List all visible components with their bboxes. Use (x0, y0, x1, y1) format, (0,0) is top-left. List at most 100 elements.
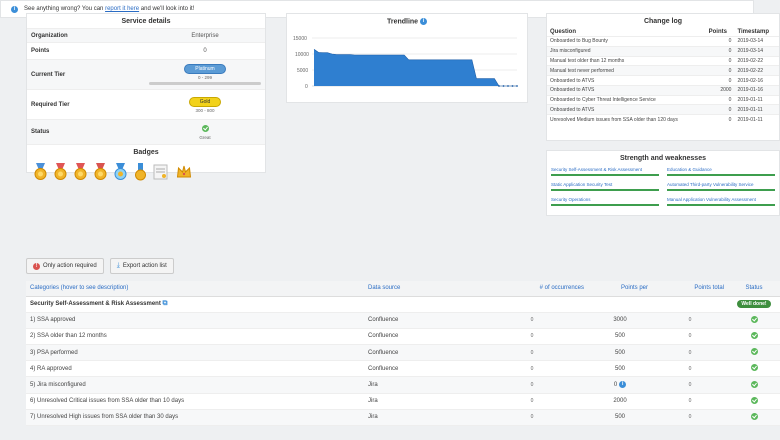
service-details-title: Service details (121, 18, 171, 25)
section-row: Security Self-Assessment & Risk Assessme… (26, 296, 780, 313)
check-circle-icon (750, 315, 758, 323)
trend-point (511, 85, 514, 88)
service-details-table: Organization Enterprise Points 0 Current… (27, 28, 265, 144)
occurrences: 0 (530, 398, 534, 405)
crown-icon (176, 165, 192, 178)
info-icon[interactable]: i (619, 381, 627, 389)
trend-point (516, 85, 518, 88)
changelog-timestamp: 2019-01-11 (734, 104, 779, 115)
strengths-title: Strength and weaknesses (620, 155, 706, 162)
category-name: 1) SSA approved (30, 317, 76, 324)
changelog-header-question: Question (550, 29, 577, 35)
trendline-title: Trendline (386, 18, 419, 26)
report-link[interactable]: report it here (105, 6, 139, 12)
strength-link[interactable]: Security Operations (551, 197, 659, 202)
required-tier-badge: Gold (188, 96, 222, 107)
required-tier-row: Required Tier Gold 300 - 800 (27, 89, 265, 119)
points-total: 0 (688, 382, 692, 389)
header-points-per[interactable]: Points per (588, 281, 652, 297)
category-name: 6) Unresolved Critical issues from SSA o… (30, 398, 185, 405)
category-name: 7) Unresolved High issues from SSA older… (30, 414, 179, 421)
table-row[interactable]: 7) Unresolved High issues from SSA older… (26, 409, 780, 427)
points-total: 0 (688, 398, 692, 405)
trendline-chart: 15000 10000 5000 0 (293, 36, 518, 90)
data-source: Confluence (368, 349, 399, 356)
table-row[interactable]: 5) Jira misconfigured Jira 0 0 i 0 (26, 376, 780, 394)
strength-link[interactable]: Education & Guidance (667, 167, 775, 172)
strength-link[interactable]: Manual Application Vulnerability Assessm… (667, 197, 775, 202)
current-tier-label: Current Tier (31, 71, 66, 78)
table-row[interactable]: 6) Unresolved Critical issues from SSA o… (26, 393, 780, 410)
header-categories[interactable]: Categories (hover to see description) (26, 281, 364, 297)
export-action-list-button[interactable]: ⤓ Export action list (109, 258, 174, 274)
changelog-points: 0 (705, 104, 735, 115)
header-occurrences[interactable]: # of occurrences (476, 281, 588, 297)
changelog-timestamp: 2019-01-16 (734, 84, 779, 96)
organization-label: Organization (31, 32, 68, 39)
strength-link[interactable]: Security Self-Assessment & Risk Assessme… (551, 167, 659, 172)
only-action-required-label: Only action required (43, 263, 97, 269)
strength-link[interactable]: Automated Third-party Vulnerability Serv… (667, 182, 775, 187)
header-points-total[interactable]: Points total (652, 281, 728, 297)
current-tier-range: 0 - 299 (197, 75, 212, 80)
data-source: Confluence (368, 365, 399, 372)
download-icon: ⤓ (116, 262, 120, 269)
category-name: 5) Jira misconfigured (30, 382, 86, 389)
badges-title: Badges (27, 144, 265, 159)
changelog-question: Onboarded to Cyber Threat Intelligence S… (547, 94, 706, 105)
y-tick-label: 5000 (297, 68, 308, 74)
check-circle-icon (750, 331, 758, 339)
current-tier-row: Current Tier Platinum 0 - 299 (27, 59, 265, 89)
export-label: Export action list (122, 263, 167, 269)
points-value: 0 (203, 48, 207, 54)
category-name: 2) SSA older than 12 months (30, 333, 107, 340)
table-row[interactable]: 3) PSA performed Confluence 0 500 0 (26, 344, 780, 362)
required-tier-range: 300 - 800 (195, 107, 215, 113)
changelog-question: Jira misconfigured (547, 45, 706, 57)
points-total: 0 (688, 349, 692, 356)
strength-link[interactable]: Static Application Security Test (551, 182, 659, 187)
badges-row (27, 159, 265, 185)
header-status[interactable]: Status (728, 281, 780, 297)
changelog-title: Change log (643, 18, 683, 25)
external-link-icon[interactable]: ⧉ (163, 300, 168, 307)
current-tier-badge: Platinum (184, 64, 226, 74)
check-circle-icon (750, 364, 758, 372)
changelog-points: 0 (705, 65, 735, 76)
certificate-icon (153, 164, 168, 180)
trend-point (498, 85, 500, 88)
changelog-question: Onboarded to Bug Bounty (547, 36, 706, 47)
strength-bar (667, 204, 775, 206)
trendline-card: Trendline i 15000 10000 5000 0 (286, 13, 528, 103)
header-data-source[interactable]: Data source (364, 281, 476, 297)
info-icon: i (11, 5, 18, 13)
data-source: Confluence (368, 317, 399, 324)
table-row[interactable]: 2) SSA older than 12 months Confluence 0 50… (26, 328, 780, 346)
changelog-header-timestamp: Timestamp (737, 29, 770, 35)
changelog-question: Onboarded to ATVS (547, 104, 706, 115)
changelog-row: Jira misconfigured 0 2019-03-14 (547, 45, 779, 57)
categories-table-container: Categories (hover to see description) Da… (26, 281, 780, 427)
changelog-points: 0 (705, 75, 735, 86)
changelog-points: 0 (705, 55, 735, 66)
info-icon[interactable]: i (420, 18, 428, 25)
medal-badge-icon (34, 163, 47, 180)
changelog-row: Onboarded to Bug Bounty 0 2019-03-14 (547, 36, 779, 47)
changelog-row: Unresolved Medium issues from SSA older … (547, 114, 779, 125)
action-bar: ! Only action required ⤓ Export action l… (26, 258, 174, 274)
changelog-question: Onboarded to ATVS (547, 84, 706, 96)
changelog-row: Manual test never performed 0 2019-02-22 (547, 65, 779, 76)
category-name: 4) RA approved (30, 365, 72, 372)
changelog-question: Unresolved Medium issues from SSA older … (547, 114, 706, 125)
status-row: Status Great (27, 119, 265, 144)
check-circle-icon (201, 124, 209, 132)
trend-point (507, 85, 509, 88)
changelog-points: 0 (705, 114, 735, 125)
section-title: Security Self-Assessment & Risk Assessme… (30, 301, 161, 308)
changelog-timestamp: 2019-02-22 (734, 65, 779, 76)
data-source: Jira (368, 414, 378, 421)
only-action-required-button[interactable]: ! Only action required (26, 258, 104, 274)
table-row[interactable]: 1) SSA approved Confluence 0 3000 0 (26, 312, 780, 329)
table-row[interactable]: 4) RA approved Confluence 0 500 0 (26, 360, 780, 378)
changelog-points: 2000 (705, 84, 735, 96)
